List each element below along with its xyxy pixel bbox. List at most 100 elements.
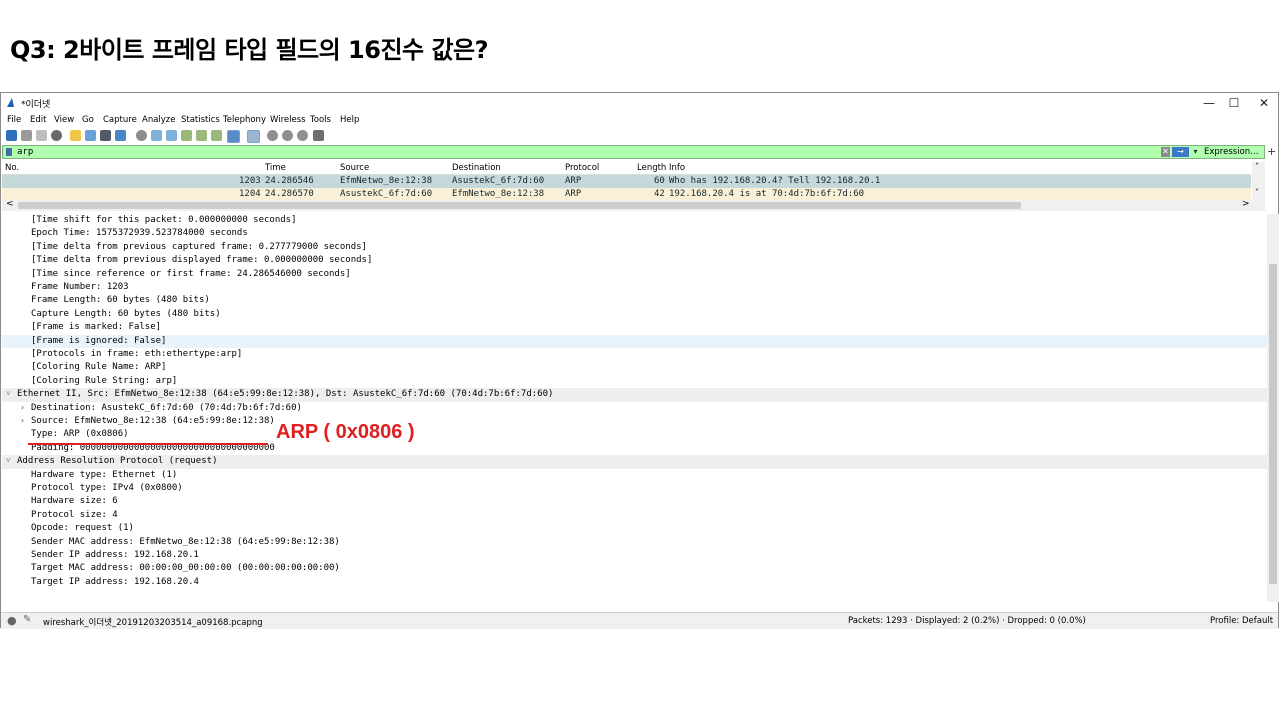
colorize-icon[interactable] [247,130,260,143]
filter-history-chevron-icon[interactable]: ▾ [1191,147,1200,157]
collapse-arrow-icon[interactable]: ˅ [6,456,11,465]
expert-info-icon[interactable]: ● [7,614,17,627]
reload-file-icon[interactable] [115,130,126,141]
zoom-in-icon[interactable] [267,130,278,141]
detail-row[interactable]: [Protocols in frame: eth:ethertype:arp] [2,348,1267,361]
detail-row[interactable]: ˅ Ethernet II, Src: EfmNetwo_8e:12:38 (64… [2,388,1267,402]
packet-list-hscrollbar[interactable]: < > [2,199,1265,211]
packet-list-vscrollbar[interactable]: ˄ ˅ [1252,162,1265,200]
last-packet-icon[interactable] [211,130,222,141]
go-forward-icon[interactable] [166,130,177,141]
detail-row[interactable]: [Time delta from previous displayed fram… [2,254,1267,267]
annotation-label: ARP ( 0x0806 ) [276,421,415,443]
bookmark-icon[interactable] [6,148,12,156]
collapse-arrow-icon[interactable]: ˅ [6,389,11,398]
detail-row[interactable]: Hardware type: Ethernet (1) [2,469,1267,482]
detail-row[interactable]: Type: ARP (0x0806) [2,428,1267,441]
detail-row[interactable]: Frame Length: 60 bytes (480 bits) [2,294,1267,307]
detail-row[interactable]: Target MAC address: 00:00:00_00:00:00 (0… [2,562,1267,575]
add-filter-button[interactable]: + [1267,145,1276,158]
open-file-icon[interactable] [70,130,81,141]
hscroll-thumb[interactable] [18,202,1021,209]
menu-analyze[interactable]: Analyze [142,115,176,125]
scroll-up-icon[interactable]: ˄ [1255,162,1259,171]
menu-tools[interactable]: Tools [310,115,331,125]
apply-filter-icon[interactable]: → [1172,147,1189,157]
menu-wireless[interactable]: Wireless [270,115,306,125]
capture-options-icon[interactable] [51,130,62,141]
detail-row[interactable]: › Destination: AsustekC_6f:7d:60 (70:4d:7… [2,402,1267,415]
close-button[interactable]: ✕ [1249,95,1279,111]
detail-row[interactable]: ˅ Address Resolution Protocol (request) [2,455,1267,469]
menu-statistics[interactable]: Statistics [181,115,220,125]
detail-row[interactable]: [Frame is ignored: False] [2,334,1267,348]
packet-length: 42 [654,189,665,199]
detail-row[interactable]: › Source: EfmNetwo_8e:12:38 (64:e5:99:8e:… [2,415,1267,428]
close-file-icon[interactable] [100,130,111,141]
column-protocol[interactable]: Protocol [565,163,599,173]
menu-capture[interactable]: Capture [103,115,137,125]
scroll-down-icon[interactable]: ˅ [1255,188,1259,197]
detail-row[interactable]: [Coloring Rule Name: ARP] [2,361,1267,374]
go-back-icon[interactable] [151,130,162,141]
detail-row[interactable]: Epoch Time: 1575372939.523784000 seconds [2,227,1267,240]
column-source[interactable]: Source [340,163,369,173]
expand-arrow-icon[interactable]: › [20,403,25,412]
column-destination[interactable]: Destination [452,163,501,173]
display-filter-input[interactable]: arp [17,147,33,157]
capture-comment-icon[interactable]: ✎ [23,614,31,625]
detail-row[interactable]: Capture Length: 60 bytes (480 bits) [2,308,1267,321]
detail-text: Hardware type: Ethernet (1) [31,469,178,480]
stop-capture-icon[interactable] [21,130,32,141]
detail-row[interactable]: [Time since reference or first frame: 24… [2,268,1267,281]
resize-columns-icon[interactable] [313,130,324,141]
expression-button[interactable]: Expression… [1204,147,1259,157]
detail-row[interactable]: [Frame is marked: False] [2,321,1267,334]
column-length[interactable]: Length [637,163,666,173]
profile-label[interactable]: Profile: Default [1210,616,1273,626]
detail-row[interactable]: Sender MAC address: EfmNetwo_8e:12:38 (6… [2,536,1267,549]
expand-arrow-icon[interactable]: › [20,416,25,425]
autoscroll-icon[interactable] [227,130,240,143]
detail-row[interactable]: Protocol type: IPv4 (0x0800) [2,482,1267,495]
detail-row[interactable]: [Time shift for this packet: 0.000000000… [2,214,1267,227]
detail-row[interactable]: [Time delta from previous captured frame… [2,241,1267,254]
maximize-button[interactable]: ☐ [1219,95,1249,111]
scroll-left-icon[interactable]: < [6,199,14,209]
detail-row[interactable]: [Coloring Rule String: arp] [2,375,1267,388]
column-info[interactable]: Info [669,163,685,173]
packet-time: 24.286546 [265,176,314,186]
details-vscrollbar[interactable] [1267,214,1279,602]
zoom-out-icon[interactable] [282,130,293,141]
menu-go[interactable]: Go [82,115,94,125]
normal-size-icon[interactable] [297,130,308,141]
start-capture-icon[interactable] [6,130,17,141]
detail-row[interactable]: Frame Number: 1203 [2,281,1267,294]
column-no[interactable]: No. [5,163,19,173]
status-bar: ● ✎ wireshark_이더넷_20191203203514_a09168.… [1,612,1278,629]
detail-row[interactable]: Protocol size: 4 [2,509,1267,522]
detail-row[interactable]: Opcode: request (1) [2,522,1267,535]
menu-view[interactable]: View [54,115,74,125]
menu-telephony[interactable]: Telephony [223,115,266,125]
detail-row[interactable]: Hardware size: 6 [2,495,1267,508]
menu-help[interactable]: Help [340,115,359,125]
menu-edit[interactable]: Edit [30,115,46,125]
clear-filter-icon[interactable]: ✕ [1161,147,1170,157]
scroll-right-icon[interactable]: > [1242,199,1250,209]
detail-row[interactable]: Sender IP address: 192.168.20.1 [2,549,1267,562]
first-packet-icon[interactable] [196,130,207,141]
save-file-icon[interactable] [85,130,96,141]
capture-file-name: wireshark_이더넷_20191203203514_a09168.pcap… [43,618,263,628]
packet-row[interactable]: 1203 24.286546 EfmNetwo_8e:12:38 Asustek… [2,175,1251,188]
display-filter-bar[interactable]: arp ✕ → ▾ [2,145,1265,159]
packet-source: EfmNetwo_8e:12:38 [340,176,433,186]
find-packet-icon[interactable] [136,130,147,141]
restart-capture-icon[interactable] [36,130,47,141]
go-to-packet-icon[interactable] [181,130,192,141]
detail-row[interactable]: Target IP address: 192.168.20.4 [2,576,1267,589]
menu-file[interactable]: File [7,115,21,125]
detail-text: [Time delta from previous captured frame… [31,241,367,252]
column-time[interactable]: Time [265,163,286,173]
details-scroll-thumb[interactable] [1269,264,1277,584]
